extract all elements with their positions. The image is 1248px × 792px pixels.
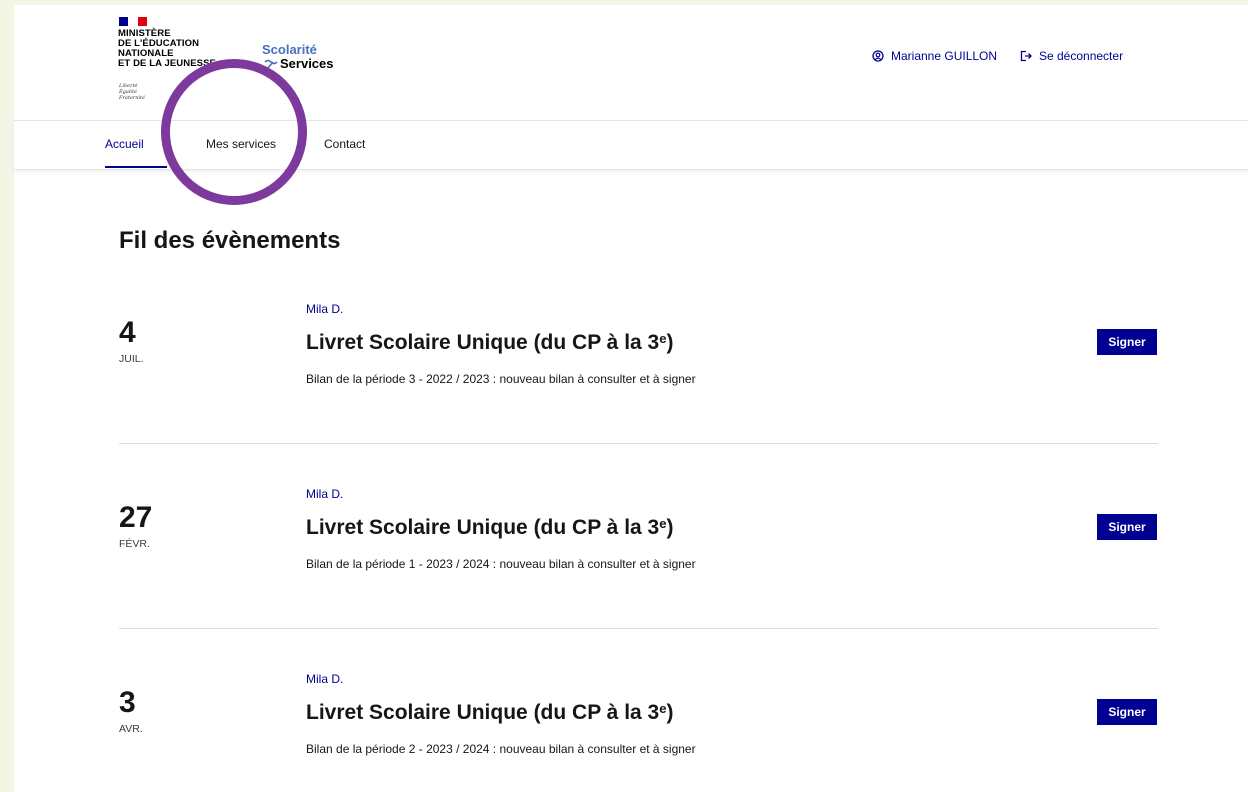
sign-button[interactable]: Signer [1097, 514, 1157, 540]
event-title-end: ) [666, 331, 674, 354]
event-title-text: Livret Scolaire Unique (du CP à la 3 [306, 331, 660, 354]
event-title-text: Livret Scolaire Unique (du CP à la 3 [306, 516, 660, 539]
event-day: 4 [119, 316, 136, 349]
event-day: 3 [119, 686, 136, 719]
event-title-end: ) [666, 516, 674, 539]
logout-icon [1020, 50, 1032, 62]
event-divider [119, 443, 1158, 444]
event-title-end: ) [666, 701, 674, 724]
logout-button[interactable]: Se déconnecter [1020, 49, 1123, 63]
nav-item-accueil[interactable]: Accueil [105, 137, 144, 151]
event-title: Livret Scolaire Unique (du CP à la 3e) [306, 516, 673, 540]
event-month: FÉVR. [119, 538, 150, 550]
event-description: Bilan de la période 1 - 2023 / 2024 : no… [306, 557, 696, 571]
user-name: Marianne GUILLON [891, 49, 998, 63]
active-tab-indicator [105, 166, 167, 168]
event-child-name: Mila D. [306, 672, 344, 686]
nav-item-contact[interactable]: Contact [324, 137, 365, 151]
event-month: AVR. [119, 723, 143, 735]
event-child-name: Mila D. [306, 302, 344, 316]
motto-line: Fraternité [119, 95, 145, 101]
brand-line-1: Scolarité [262, 42, 317, 57]
sign-button[interactable]: Signer [1097, 329, 1157, 355]
highlight-circle-annotation [161, 59, 307, 205]
republic-motto: Liberté Égalité Fraternité [119, 83, 145, 101]
ministry-logo[interactable]: MINISTÈRE DE L'ÉDUCATION NATIONALE ET DE… [118, 29, 216, 69]
event-title-text: Livret Scolaire Unique (du CP à la 3 [306, 701, 660, 724]
brand-line-2-text: Services [280, 56, 334, 71]
user-account-link[interactable]: Marianne GUILLON [872, 49, 997, 63]
brand-line-2: Services [262, 57, 334, 71]
event-day: 27 [119, 501, 153, 534]
page-title: Fil des évènements [119, 227, 341, 254]
event-description: Bilan de la période 3 - 2022 / 2023 : no… [306, 372, 696, 386]
event-month: JUIL. [119, 353, 144, 365]
page: MINISTÈRE DE L'ÉDUCATION NATIONALE ET DE… [14, 5, 1248, 792]
republique-flag-icon [119, 17, 147, 26]
account-circle-icon [872, 50, 884, 62]
event-title: Livret Scolaire Unique (du CP à la 3e) [306, 331, 673, 355]
logout-label: Se déconnecter [1039, 49, 1124, 63]
scolarite-services-logo[interactable]: Scolarité Services [262, 43, 334, 71]
event-description: Bilan de la période 2 - 2023 / 2024 : no… [306, 742, 696, 756]
event-child-name: Mila D. [306, 487, 344, 501]
event-title: Livret Scolaire Unique (du CP à la 3e) [306, 701, 673, 725]
sign-button[interactable]: Signer [1097, 699, 1157, 725]
event-divider [119, 628, 1158, 629]
